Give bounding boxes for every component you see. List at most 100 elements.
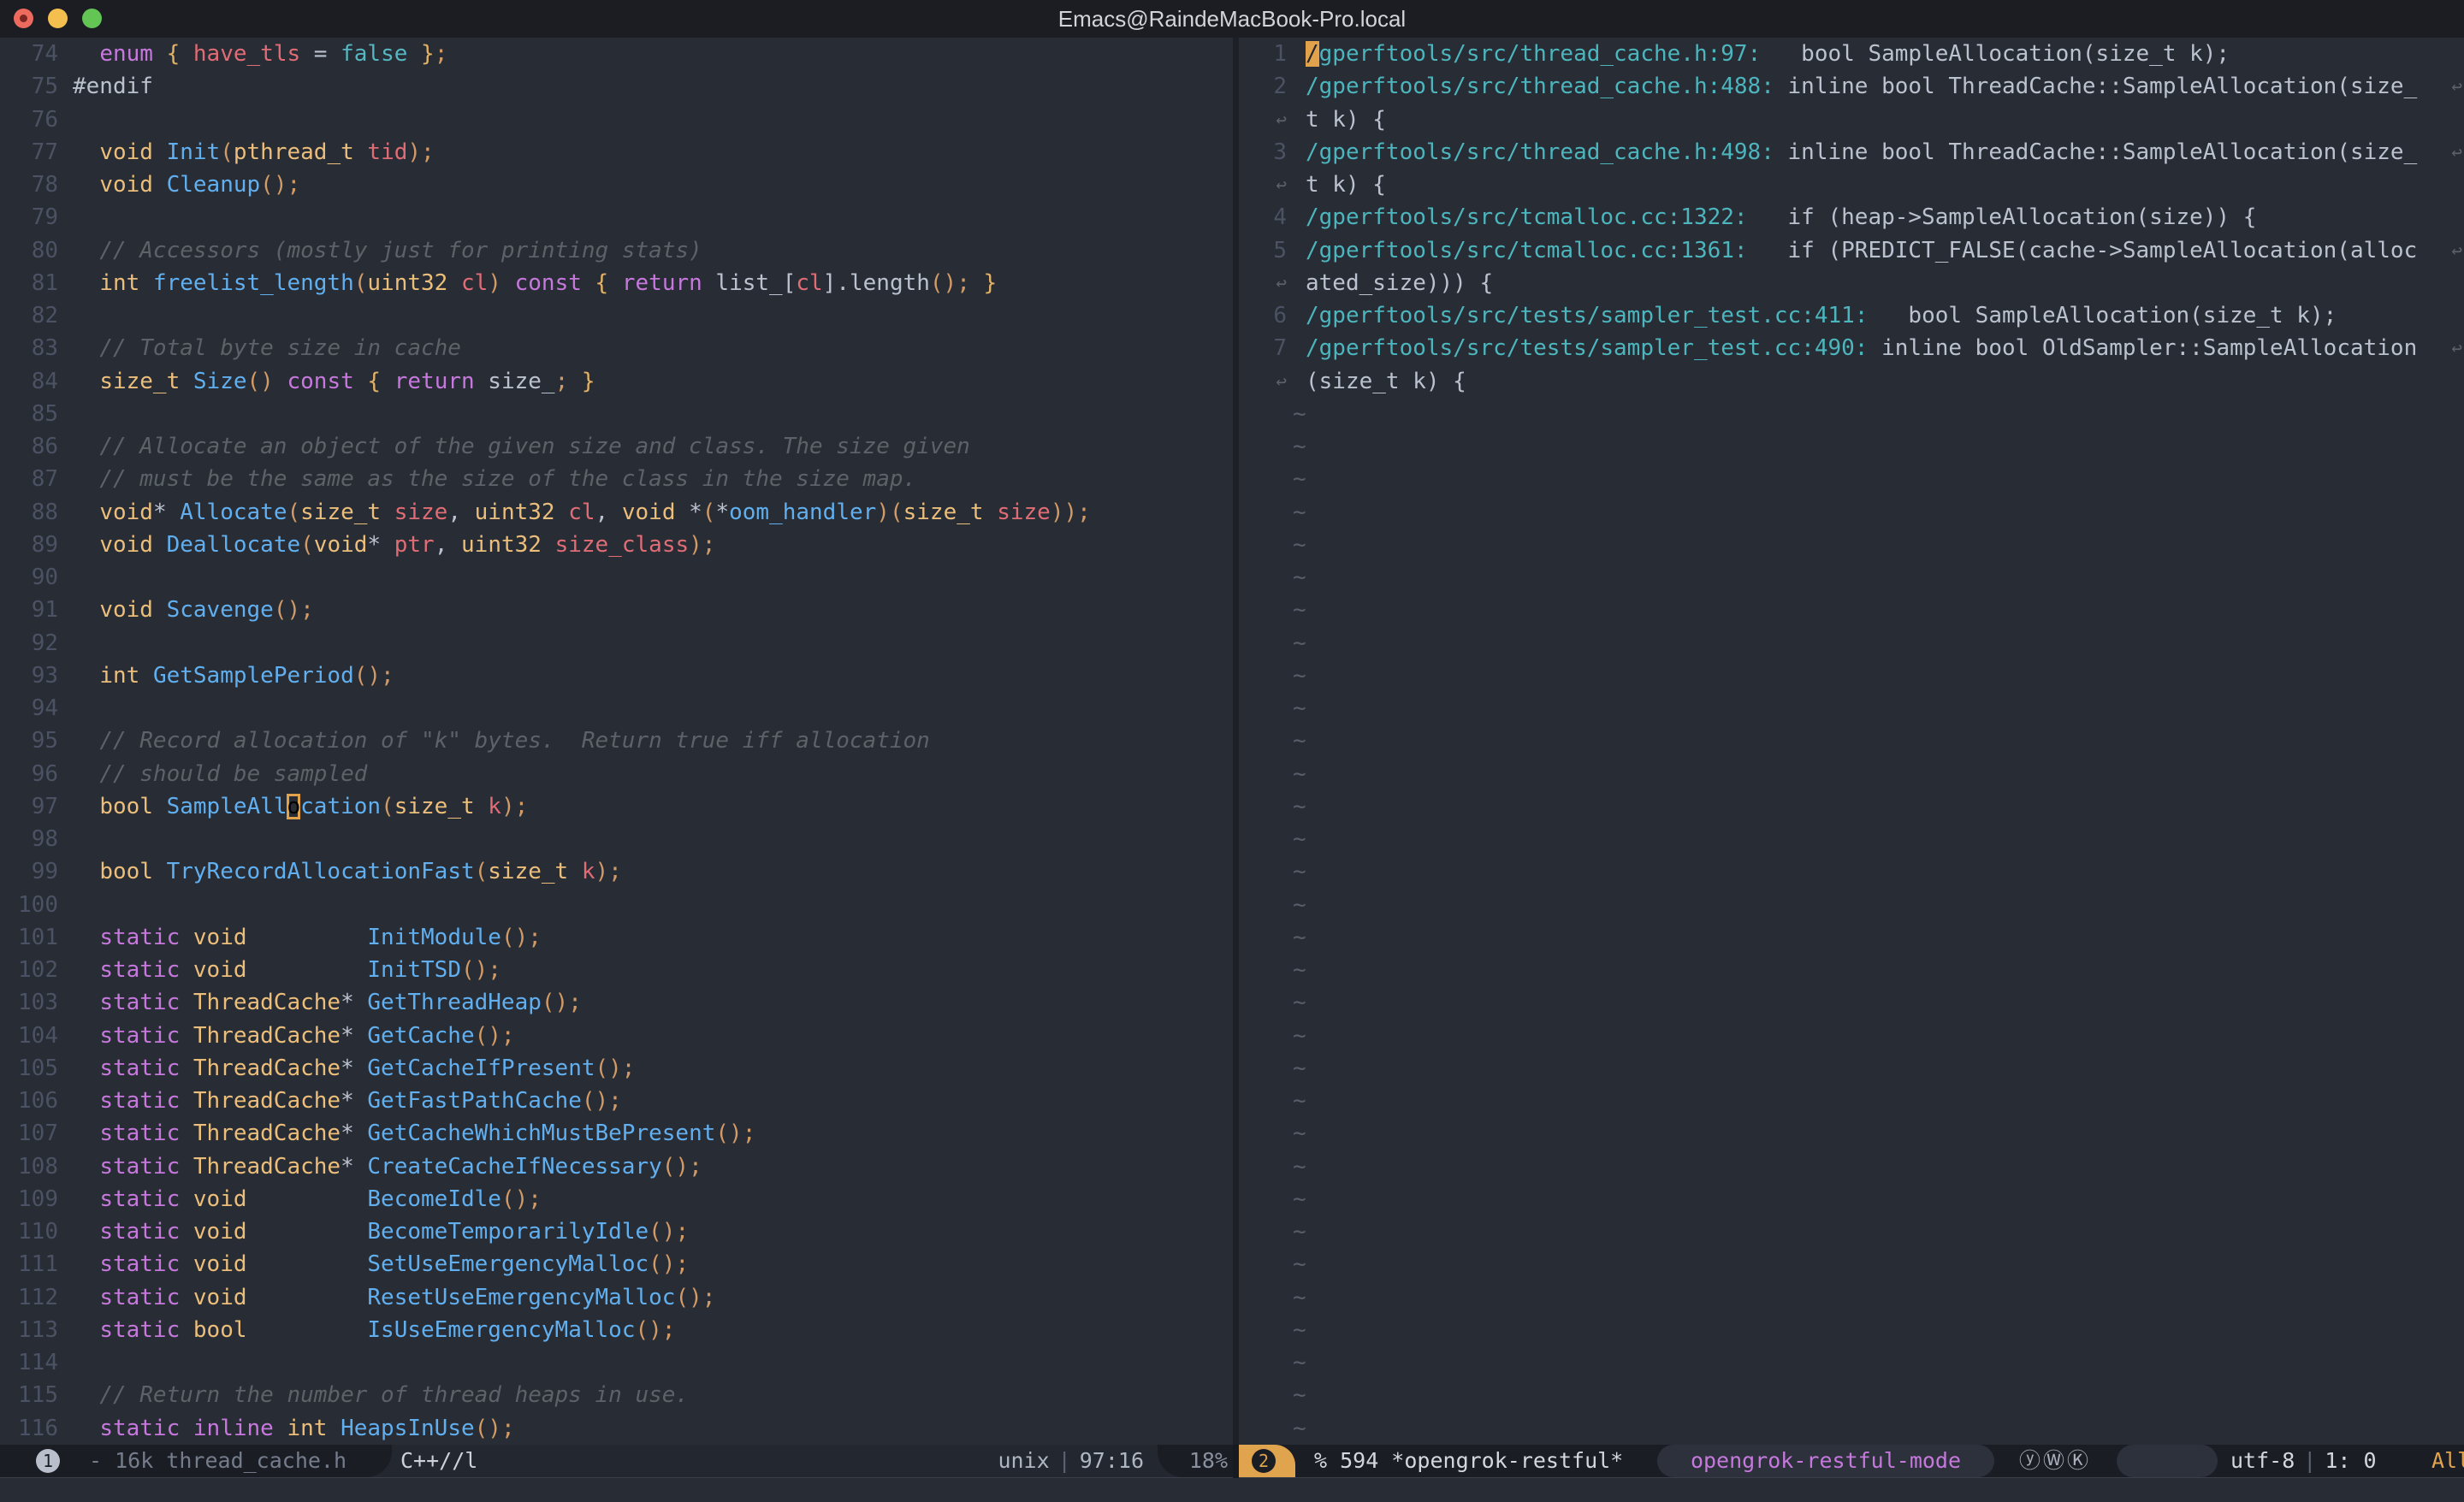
- empty-line-tilde[interactable]: ~: [1239, 561, 2464, 594]
- code-line[interactable]: 109 static void BecomeIdle();: [0, 1183, 1233, 1215]
- code-line[interactable]: 115 // Return the number of thread heaps…: [0, 1379, 1233, 1411]
- empty-line-tilde[interactable]: ~: [1239, 724, 2464, 757]
- empty-line-tilde[interactable]: ~: [1239, 855, 2464, 888]
- empty-line-tilde[interactable]: ~: [1239, 594, 2464, 626]
- echo-area[interactable]: [0, 1478, 2464, 1502]
- code-line[interactable]: 86 // Allocate an object of the given si…: [0, 430, 1233, 463]
- empty-line-tilde[interactable]: ~: [1239, 790, 2464, 823]
- code-line[interactable]: 114: [0, 1346, 1233, 1379]
- code-line[interactable]: 97 bool SampleAllocation(size_t k);: [0, 790, 1233, 823]
- code-line[interactable]: 74 enum { have_tls = false };: [0, 38, 1233, 70]
- code-line[interactable]: 112 static void ResetUseEmergencyMalloc(…: [0, 1281, 1233, 1314]
- empty-line-tilde[interactable]: ~: [1239, 659, 2464, 692]
- empty-line-tilde[interactable]: ~: [1239, 758, 2464, 790]
- line-number: 79: [0, 201, 58, 234]
- result-line[interactable]: ↩(size_t k) {: [1239, 365, 2464, 398]
- code-line[interactable]: 95 // Record allocation of "k" bytes. Re…: [0, 724, 1233, 757]
- code-line[interactable]: 103 static ThreadCache* GetThreadHeap();: [0, 986, 1233, 1019]
- result-line[interactable]: 5/gperftools/src/tcmalloc.cc:1361: if (P…: [1239, 234, 2464, 267]
- opengrok-results-buffer[interactable]: 1/gperftools/src/thread_cache.h:97: bool…: [1239, 38, 2464, 1446]
- code-line[interactable]: 83 // Total byte size in cache: [0, 332, 1233, 364]
- code-line[interactable]: 82: [0, 299, 1233, 332]
- code-line[interactable]: 94: [0, 692, 1233, 724]
- modeline-file-section[interactable]: 1 - 16k thread_cache.h: [0, 1445, 392, 1477]
- major-mode-right[interactable]: opengrok-restful-mode: [1657, 1445, 1994, 1477]
- code-line[interactable]: 98: [0, 823, 1233, 855]
- code-line[interactable]: 116 static inline int HeapsInUse();: [0, 1412, 1233, 1445]
- empty-line-tilde[interactable]: ~: [1239, 1248, 2464, 1280]
- code-line[interactable]: 108 static ThreadCache* CreateCacheIfNec…: [0, 1150, 1233, 1183]
- code-line[interactable]: 80 // Accessors (mostly just for printin…: [0, 234, 1233, 267]
- empty-line-tilde[interactable]: ~: [1239, 1379, 2464, 1411]
- code-line[interactable]: 107 static ThreadCache* GetCacheWhichMus…: [0, 1117, 1233, 1150]
- empty-line-tilde[interactable]: ~: [1239, 1052, 2464, 1085]
- code-line[interactable]: 85: [0, 398, 1233, 430]
- empty-line-tilde[interactable]: ~: [1239, 921, 2464, 954]
- code-line[interactable]: 113 static bool IsUseEmergencyMalloc();: [0, 1314, 1233, 1346]
- code-line[interactable]: 93 int GetSamplePeriod();: [0, 659, 1233, 692]
- empty-line-tilde[interactable]: ~: [1239, 823, 2464, 855]
- empty-line-tilde[interactable]: ~: [1239, 986, 2464, 1019]
- empty-line-tilde[interactable]: ~: [1239, 496, 2464, 529]
- code-line[interactable]: 75#endif: [0, 70, 1233, 103]
- window-divider[interactable]: [1233, 38, 1239, 1446]
- buffer-name[interactable]: % 594 *opengrok-restful*: [1314, 1445, 1623, 1477]
- code-line[interactable]: 88 void* Allocate(size_t size, uint32 cl…: [0, 496, 1233, 529]
- empty-line-tilde[interactable]: ~: [1239, 398, 2464, 430]
- line-number: 85: [0, 398, 58, 430]
- code-line[interactable]: 100: [0, 889, 1233, 921]
- empty-line-tilde[interactable]: ~: [1239, 1085, 2464, 1117]
- empty-line-tilde[interactable]: ~: [1239, 1150, 2464, 1183]
- result-line[interactable]: 6/gperftools/src/tests/sampler_test.cc:4…: [1239, 299, 2464, 332]
- empty-line-tilde[interactable]: ~: [1239, 1412, 2464, 1445]
- code-line[interactable]: 92: [0, 627, 1233, 659]
- code-line[interactable]: 87 // must be the same as the size of th…: [0, 463, 1233, 495]
- source-buffer-thread-cache[interactable]: 74 enum { have_tls = false };75#endif767…: [0, 38, 1233, 1446]
- buffer-file-info[interactable]: - 16k thread_cache.h: [89, 1445, 346, 1477]
- empty-line-tilde[interactable]: ~: [1239, 692, 2464, 724]
- empty-line-tilde[interactable]: ~: [1239, 1281, 2464, 1314]
- code-line[interactable]: 110 static void BecomeTemporarilyIdle();: [0, 1215, 1233, 1248]
- empty-line-tilde[interactable]: ~: [1239, 529, 2464, 561]
- empty-line-tilde[interactable]: ~: [1239, 1183, 2464, 1215]
- empty-line-tilde[interactable]: ~: [1239, 463, 2464, 495]
- code-line[interactable]: 105 static ThreadCache* GetCacheIfPresen…: [0, 1052, 1233, 1085]
- result-line[interactable]: 2/gperftools/src/thread_cache.h:488: inl…: [1239, 70, 2464, 103]
- code-line[interactable]: 81 int freelist_length(uint32 cl) const …: [0, 267, 1233, 299]
- code-line[interactable]: 77 void Init(pthread_t tid);: [0, 136, 1233, 169]
- result-line[interactable]: ↩t k) {: [1239, 169, 2464, 201]
- code-line[interactable]: 84 size_t Size() const { return size_; }: [0, 365, 1233, 398]
- code-line[interactable]: 106 static ThreadCache* GetFastPathCache…: [0, 1085, 1233, 1117]
- empty-line-tilde[interactable]: ~: [1239, 954, 2464, 986]
- result-line[interactable]: 4/gperftools/src/tcmalloc.cc:1322: if (h…: [1239, 201, 2464, 234]
- result-line[interactable]: ↩ated_size))) {: [1239, 267, 2464, 299]
- code-line[interactable]: 111 static void SetUseEmergencyMalloc();: [0, 1248, 1233, 1280]
- code-line[interactable]: 101 static void InitModule();: [0, 921, 1233, 954]
- code-line[interactable]: 104 static ThreadCache* GetCache();: [0, 1020, 1233, 1052]
- empty-line-tilde[interactable]: ~: [1239, 1020, 2464, 1052]
- code-line[interactable]: 90: [0, 561, 1233, 594]
- code-line[interactable]: 96 // should be sampled: [0, 758, 1233, 790]
- code-line[interactable]: 91 void Scavenge();: [0, 594, 1233, 626]
- code-line[interactable]: 79: [0, 201, 1233, 234]
- empty-line-tilde[interactable]: ~: [1239, 889, 2464, 921]
- code-line[interactable]: 89 void Deallocate(void* ptr, uint32 siz…: [0, 529, 1233, 561]
- empty-line-tilde[interactable]: ~: [1239, 627, 2464, 659]
- empty-line-tilde[interactable]: ~: [1239, 1314, 2464, 1346]
- workspace-chip[interactable]: 2: [1239, 1445, 1295, 1477]
- code-line[interactable]: 78 void Cleanup();: [0, 169, 1233, 201]
- code-line[interactable]: 99 bool TryRecordAllocationFast(size_t k…: [0, 855, 1233, 888]
- code-line[interactable]: 102 static void InitTSD();: [0, 954, 1233, 986]
- major-mode-left[interactable]: C++//l: [400, 1445, 477, 1477]
- empty-line-tilde[interactable]: ~: [1239, 1117, 2464, 1150]
- result-line[interactable]: 1/gperftools/src/thread_cache.h:97: bool…: [1239, 38, 2464, 70]
- result-line[interactable]: ↩t k) {: [1239, 103, 2464, 136]
- empty-line-tilde[interactable]: ~: [1239, 1346, 2464, 1379]
- code-line[interactable]: 76: [0, 103, 1233, 136]
- result-line[interactable]: 7/gperftools/src/tests/sampler_test.cc:4…: [1239, 332, 2464, 364]
- result-line[interactable]: 3/gperftools/src/thread_cache.h:498: inl…: [1239, 136, 2464, 169]
- buffer-encoding[interactable]: utf-8: [2230, 1448, 2295, 1473]
- eol-type[interactable]: unix: [998, 1448, 1049, 1473]
- empty-line-tilde[interactable]: ~: [1239, 430, 2464, 463]
- empty-line-tilde[interactable]: ~: [1239, 1215, 2464, 1248]
